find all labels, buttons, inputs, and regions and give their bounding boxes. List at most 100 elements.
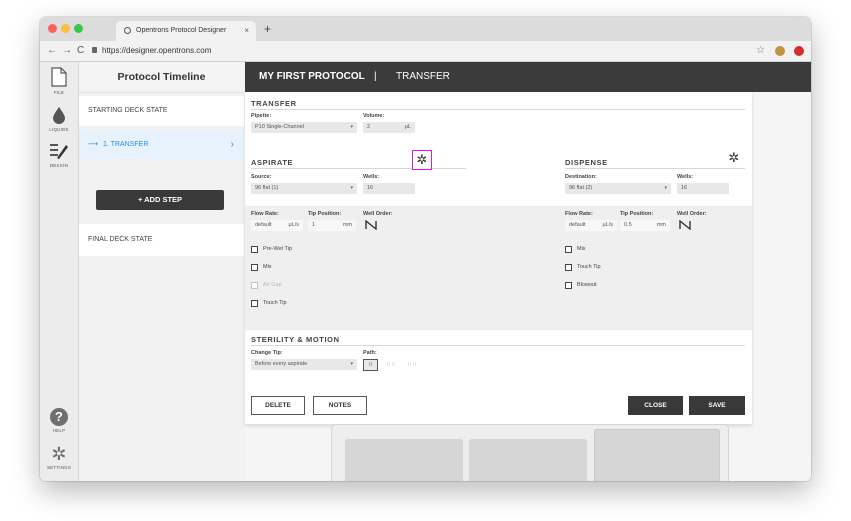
nav-liquids[interactable]: LIQUIDS (40, 106, 78, 132)
pre-wet-tip-label: Pre-Wet Tip (263, 246, 292, 252)
aspirate-mix-label: Mix (263, 264, 272, 270)
nav-settings[interactable]: ✲ SETTINGS (40, 445, 78, 470)
change-tip-select[interactable]: Before every aspirate ▾ (251, 359, 357, 370)
main-panel: MY FIRST PROTOCOL | TRANSFER TRANSFER Pi… (245, 62, 811, 481)
dispense-wells-input[interactable]: 16 (677, 183, 729, 194)
divider (251, 109, 745, 110)
dispense-wells-label: Wells: (677, 174, 694, 180)
blowout-label: Blowout (577, 282, 597, 288)
minimize-window-button[interactable] (61, 24, 70, 33)
settings-gear-icon: ✲ (51, 444, 67, 464)
well-order-icon[interactable] (365, 220, 377, 230)
protocol-timeline: Protocol Timeline STARTING DECK STATE ⟶ … (79, 62, 244, 481)
nav-rail: FILE LIQUIDS DESIGN ? HELP ✲ SETTINGS (40, 62, 79, 481)
dispense-tip-position-label: Tip Position: (620, 211, 654, 217)
close-window-button[interactable] (48, 24, 57, 33)
reload-button[interactable]: C (77, 44, 84, 58)
source-label: Source: (251, 174, 272, 180)
maximize-window-button[interactable] (74, 24, 83, 33)
browser-tab[interactable]: Opentrons Protocol Designer × (116, 21, 256, 41)
bookmark-star-icon[interactable]: ☆ (756, 44, 765, 58)
dispense-mix-label: Mix (577, 246, 586, 252)
deck-map (331, 424, 729, 481)
path-multi-aspirate-button[interactable]: ∩∩ (382, 359, 400, 371)
step-arrow-icon: ⟶ (88, 141, 99, 148)
aspirate-tip-position-input[interactable]: 1 mm (308, 220, 356, 231)
help-icon: ? (50, 408, 68, 426)
aspirate-tip-position-unit: mm (342, 222, 352, 228)
source-select[interactable]: 96 flat (1) ▾ (251, 183, 357, 194)
forward-button[interactable]: → (62, 44, 72, 58)
well-order-icon[interactable] (679, 220, 691, 230)
aspirate-section-title: ASPIRATE (251, 158, 294, 167)
dispense-settings-gear-icon[interactable]: ✲ (724, 148, 744, 168)
nav-design-label: DESIGN (49, 163, 69, 168)
aspirate-tip-position-label: Tip Position: (308, 211, 342, 217)
final-deck-state[interactable]: FINAL DECK STATE (79, 224, 244, 256)
source-value: 96 flat (1) (255, 185, 279, 191)
protocol-name: MY FIRST PROTOCOL (259, 71, 365, 82)
deck-slot[interactable] (594, 429, 720, 481)
sterility-section-title: STERILITY & MOTION (251, 335, 340, 344)
volume-input[interactable]: 2 μL (363, 122, 415, 133)
path-multi-dispense-button[interactable]: ∩∩ (403, 359, 421, 371)
new-tab-button[interactable]: + (264, 21, 271, 37)
timeline-step-transfer[interactable]: ⟶ 1. TRANSFER › (79, 130, 244, 160)
aspirate-touch-tip-checkbox[interactable] (251, 300, 258, 307)
dispense-tip-position-input[interactable]: 0.5 mm (620, 220, 670, 231)
profile-avatar[interactable] (775, 46, 785, 56)
path-single-button[interactable]: ∩ (363, 359, 378, 371)
nav-design[interactable]: DESIGN (40, 142, 78, 168)
dispense-mix-checkbox[interactable] (565, 246, 572, 253)
aspirate-wells-value: 16 (367, 185, 374, 191)
nav-file-label: FILE (53, 90, 65, 95)
aspirate-wells-input[interactable]: 16 (363, 183, 415, 194)
design-icon (50, 144, 68, 159)
transfer-section-title: TRANSFER (251, 99, 297, 108)
deck-slot[interactable] (345, 439, 463, 481)
starting-deck-state[interactable]: STARTING DECK STATE (79, 96, 244, 126)
delete-button[interactable]: DELETE (251, 396, 305, 415)
extension-icon[interactable] (794, 46, 804, 56)
aspirate-flow-rate-unit: μL/s (288, 222, 299, 228)
step-type: TRANSFER (396, 71, 450, 82)
blowout-checkbox[interactable] (565, 282, 572, 289)
nav-help[interactable]: ? HELP (40, 408, 78, 433)
close-button[interactable]: CLOSE (628, 396, 683, 415)
add-step-button[interactable]: + ADD STEP (96, 190, 224, 210)
destination-label: Destination: (565, 174, 597, 180)
timeline-title: Protocol Timeline (79, 62, 244, 93)
url-field[interactable]: https://designer.opentrons.com (102, 45, 211, 57)
dispense-tip-position-unit: mm (656, 222, 666, 228)
dispense-touch-tip-checkbox[interactable] (565, 264, 572, 271)
change-tip-label: Change Tip: (251, 350, 283, 356)
aspirate-settings-gear-icon[interactable]: ✲ (412, 150, 432, 170)
notes-button[interactable]: NOTES (313, 396, 367, 415)
dispense-section-title: DISPENSE (565, 158, 608, 167)
tab-close-icon[interactable]: × (244, 21, 249, 41)
step-label: 1. TRANSFER (103, 141, 149, 148)
nav-file[interactable]: FILE (40, 67, 78, 95)
path-label: Path: (363, 350, 377, 356)
protocol-header: MY FIRST PROTOCOL | TRANSFER (245, 62, 811, 92)
dispense-wells-value: 16 (681, 185, 688, 191)
save-button[interactable]: SAVE (689, 396, 745, 415)
advanced-settings-band: Flow Rate: default μL/s Tip Position: 1 … (245, 206, 752, 330)
back-button[interactable]: ← (47, 44, 57, 58)
aspirate-mix-checkbox[interactable] (251, 264, 258, 271)
browser-window: Opentrons Protocol Designer × + ← → C ht… (40, 17, 811, 481)
nav-liquids-label: LIQUIDS (49, 127, 69, 132)
destination-select[interactable]: 96 flat (2) ▾ (565, 183, 671, 194)
dispense-flow-rate-input[interactable]: default μL/s (565, 220, 617, 231)
droplet-icon (53, 107, 65, 124)
dispense-touch-tip-label: Touch Tip (577, 264, 601, 270)
pipette-label: Pipette: (251, 113, 272, 119)
deck-slot[interactable] (469, 439, 587, 481)
pipette-select[interactable]: P10 Single-Channel ▾ (251, 122, 357, 133)
aspirate-flow-rate-input[interactable]: default μL/s (251, 220, 303, 231)
tab-title: Opentrons Protocol Designer (136, 27, 227, 34)
pre-wet-tip-checkbox[interactable] (251, 246, 258, 253)
step-edit-form: TRANSFER Pipette: P10 Single-Channel ▾ V… (245, 92, 752, 424)
divider (251, 168, 466, 169)
favicon-icon (124, 27, 131, 34)
